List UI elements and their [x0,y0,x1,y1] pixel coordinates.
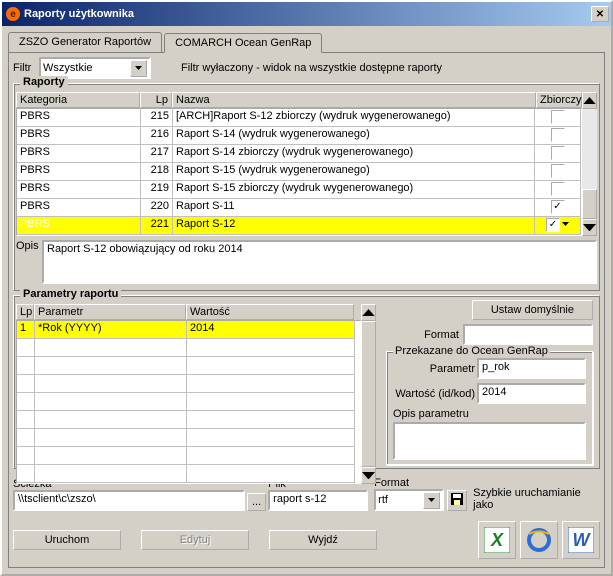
scroll-thumb [582,189,597,219]
reports-scrollbar[interactable] [582,92,597,236]
svg-text:X: X [490,530,504,550]
table-row[interactable]: 1*Rok (YYYY)2014 [17,321,360,339]
scroll-down-icon [361,467,376,484]
table-row[interactable] [17,339,360,357]
scroll-thumb [361,321,376,467]
table-row[interactable] [17,357,360,375]
pass-group-title: Przekazane do Ocean GenRap [393,345,550,357]
filter-value: Wszystkie [43,62,93,74]
table-row[interactable]: PBRS221Raport S-12✓ [17,217,581,235]
quick-launch-label: Szybkie uruchamianie jako [473,487,600,511]
table-row[interactable] [17,447,360,465]
checkbox[interactable]: ✓ [546,218,560,232]
col-category[interactable]: Kategoria [16,92,140,108]
scroll-down-icon [582,219,597,236]
reports-group-title: Raporty [20,76,68,88]
chevron-down-icon[interactable] [130,60,147,77]
scroll-up-icon [361,304,376,321]
app-icon: e [6,7,20,21]
params-scrollbar[interactable] [361,304,376,484]
checkbox[interactable] [551,110,565,124]
pass-param-label: Parametr [393,363,475,375]
table-row[interactable]: PBRS219Raport S-15 zbiorczy (wydruk wyge… [17,181,581,199]
pass-opis-field[interactable] [393,422,586,460]
word-icon[interactable]: W [562,521,600,559]
pass-param-field[interactable]: p_rok [477,358,586,379]
format-field[interactable] [463,324,593,345]
pcol-val[interactable]: Wartość [186,304,354,320]
filter-note: Filtr wyłaczony - widok na wszystkie dos… [181,62,442,74]
exit-button[interactable]: Wyjdź [269,530,377,550]
pcol-param[interactable]: Parametr [34,304,186,320]
checkbox[interactable] [551,146,565,160]
table-row[interactable]: PBRS215[ARCH]Raport S-12 zbiorczy (wydru… [17,109,581,127]
table-row[interactable] [17,411,360,429]
col-zbiorczy[interactable]: Zbiorczy [536,92,582,108]
format-label2: Format [374,477,444,489]
pcol-lp[interactable]: Lp [16,304,34,320]
tab-zszo[interactable]: ZSZO Generator Raportów [8,32,162,52]
table-row[interactable]: PBRS218Raport S-15 (wydruk wygenerowaneg… [17,163,581,181]
svg-text:W: W [573,530,592,550]
checkbox[interactable] [551,182,565,196]
params-grid[interactable]: 1*Rok (YYYY)2014 [16,320,361,484]
params-group-title: Parametry raportu [20,288,121,300]
set-default-button[interactable]: Ustaw domyślnie [472,300,593,320]
pass-val-field[interactable]: 2014 [477,383,586,404]
run-button[interactable]: Uruchom [13,530,121,550]
scroll-up-icon [582,92,597,109]
ie-icon[interactable] [520,521,558,559]
close-button[interactable]: ✕ [591,6,609,22]
table-row[interactable]: PBRS220Raport S-11✓ [17,199,581,217]
excel-icon[interactable]: X [478,521,516,559]
browse-button[interactable]: ... [247,493,266,511]
table-row[interactable]: PBRS217Raport S-14 zbiorczy (wydruk wyge… [17,145,581,163]
save-icon-button[interactable] [447,490,467,511]
filter-label: Filtr [13,62,39,74]
window-title: Raporty użytkownika [24,8,134,20]
checkbox[interactable] [551,164,565,178]
table-row[interactable] [17,465,360,483]
chevron-down-icon [423,492,440,509]
tab-strip: ZSZO Generator Raportów COMARCH Ocean Ge… [2,26,611,52]
desc-label: Opis [16,240,42,252]
col-lp[interactable]: Lp [140,92,172,108]
desc-text[interactable]: Raport S-12 obowiązujący od roku 2014 [42,240,597,284]
path-field[interactable]: \\tsclient\c\zszo\ [13,490,245,511]
table-row[interactable] [17,393,360,411]
tab-comarch[interactable]: COMARCH Ocean GenRap [164,33,322,53]
title-bar: e Raporty użytkownika ✕ [2,2,611,26]
table-row[interactable] [17,429,360,447]
checkbox[interactable]: ✓ [551,200,565,214]
col-name[interactable]: Nazwa [172,92,536,108]
pass-val-label: Wartość (id/kod) [393,388,475,400]
format-combo[interactable]: rtf [374,489,444,511]
edit-button: Edytuj [141,530,249,550]
format-label: Format [424,329,459,341]
file-field[interactable]: raport s-12 [268,490,368,511]
table-row[interactable]: PBRS216Raport S-14 (wydruk wygenerowaneg… [17,127,581,145]
checkbox[interactable] [551,128,565,142]
reports-grid[interactable]: PBRS215[ARCH]Raport S-12 zbiorczy (wydru… [16,108,582,236]
table-row[interactable] [17,375,360,393]
reports-header: Kategoria Lp Nazwa Zbiorczy [16,92,582,108]
pass-opis-label: Opis parametru [393,408,586,420]
